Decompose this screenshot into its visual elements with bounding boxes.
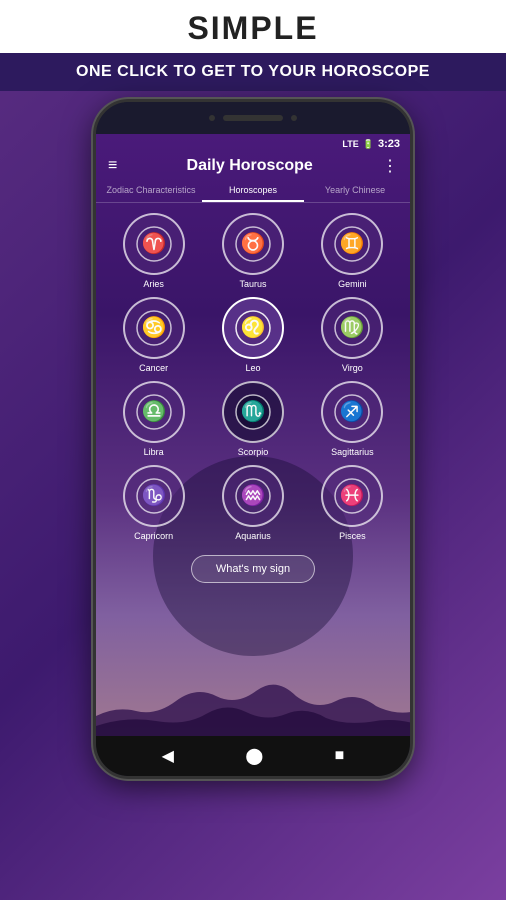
taurus-circle: ♉: [222, 213, 284, 275]
libra-circle: ♎: [123, 381, 185, 443]
svg-text:♒: ♒: [241, 483, 266, 507]
taurus-label: Taurus: [239, 279, 266, 289]
zodiac-taurus[interactable]: ♉ Taurus: [207, 213, 298, 289]
virgo-circle: ♍: [321, 297, 383, 359]
svg-text:♍: ♍: [340, 315, 365, 339]
svg-text:♉: ♉: [241, 231, 266, 255]
app-title: Daily Horoscope: [187, 157, 313, 175]
camera: [209, 115, 215, 121]
zodiac-cancer[interactable]: ♋ Cancer: [108, 297, 199, 373]
back-button[interactable]: ◀: [162, 746, 174, 766]
pisces-circle: ♓: [321, 465, 383, 527]
svg-text:♏: ♏: [241, 399, 266, 423]
leo-circle: ♌: [222, 297, 284, 359]
gemini-circle: ♊: [321, 213, 383, 275]
sagittarius-label: Sagittarius: [331, 447, 374, 457]
leo-label: Leo: [245, 363, 260, 373]
capricorn-circle: ♑: [123, 465, 185, 527]
phone-top-bar: [96, 102, 410, 134]
scorpio-circle: ♏: [222, 381, 284, 443]
libra-label: Libra: [144, 447, 164, 457]
zodiac-pisces[interactable]: ♓ Pisces: [307, 465, 398, 541]
sensor: [291, 115, 297, 121]
zodiac-capricorn[interactable]: ♑ Capricorn: [108, 465, 199, 541]
zodiac-scorpio[interactable]: ♏ Scorpio: [207, 381, 298, 457]
zodiac-libra[interactable]: ♎ Libra: [108, 381, 199, 457]
more-options-icon[interactable]: ⋮: [382, 156, 398, 176]
pisces-label: Pisces: [339, 531, 366, 541]
mountain-silhouette: [96, 676, 410, 736]
gemini-label: Gemini: [338, 279, 367, 289]
zodiac-sagittarius[interactable]: ♐ Sagittarius: [307, 381, 398, 457]
simple-label: SIMPLE: [0, 10, 506, 47]
svg-text:♌: ♌: [241, 315, 266, 339]
phone-frame: LTE 🔋 3:23 ≡ Daily Horoscope ⋮ Zodiac Ch…: [93, 99, 413, 779]
phone-bottom-nav: ◀ ⬤ ■: [96, 736, 410, 776]
zodiac-aquarius[interactable]: ♒ Aquarius: [207, 465, 298, 541]
svg-text:♋: ♋: [141, 315, 166, 339]
svg-text:♓: ♓: [340, 483, 365, 507]
battery-icon: 🔋: [363, 139, 374, 150]
aquarius-label: Aquarius: [235, 531, 271, 541]
aquarius-circle: ♒: [222, 465, 284, 527]
subtitle-banner: ONE CLICK TO GET TO YOUR HOROSCOPE: [0, 53, 506, 91]
top-banner: SIMPLE: [0, 0, 506, 53]
recent-apps-button[interactable]: ■: [335, 747, 345, 765]
hamburger-menu-icon[interactable]: ≡: [108, 157, 117, 175]
svg-text:♊: ♊: [340, 231, 365, 255]
virgo-label: Virgo: [342, 363, 363, 373]
aries-circle: ♈: [123, 213, 185, 275]
zodiac-aries[interactable]: ♈ Aries: [108, 213, 199, 289]
tab-navigation: Zodiac Characteristics Horoscopes Yearly…: [96, 180, 410, 203]
capricorn-label: Capricorn: [134, 531, 173, 541]
zodiac-virgo[interactable]: ♍ Virgo: [307, 297, 398, 373]
sagittarius-circle: ♐: [321, 381, 383, 443]
svg-text:♎: ♎: [141, 399, 166, 423]
aries-label: Aries: [143, 279, 164, 289]
speaker: [223, 115, 283, 121]
tab-horoscopes[interactable]: Horoscopes: [202, 180, 304, 202]
whats-my-sign-button[interactable]: What's my sign: [191, 555, 315, 583]
zodiac-gemini[interactable]: ♊ Gemini: [307, 213, 398, 289]
tab-yearly-chinese[interactable]: Yearly Chinese: [304, 180, 406, 202]
cancer-circle: ♋: [123, 297, 185, 359]
scorpio-label: Scorpio: [238, 447, 269, 457]
status-bar: LTE 🔋 3:23: [96, 134, 410, 154]
lte-indicator: LTE: [342, 139, 358, 149]
app-header: ≡ Daily Horoscope ⋮: [96, 154, 410, 180]
phone-screen: LTE 🔋 3:23 ≡ Daily Horoscope ⋮ Zodiac Ch…: [96, 134, 410, 736]
subtitle-label: ONE CLICK TO GET TO YOUR HOROSCOPE: [0, 63, 506, 81]
time-display: 3:23: [378, 138, 400, 150]
home-button[interactable]: ⬤: [245, 746, 263, 766]
zodiac-grid: ♈ Aries ♉ Taurus ♊ Gemini ♋ Ca: [96, 203, 410, 551]
svg-text:♐: ♐: [340, 399, 365, 423]
tab-zodiac-characteristics[interactable]: Zodiac Characteristics: [100, 180, 202, 202]
svg-text:♑: ♑: [141, 483, 166, 507]
zodiac-leo[interactable]: ♌ Leo: [207, 297, 298, 373]
svg-text:♈: ♈: [141, 231, 166, 255]
cancer-label: Cancer: [139, 363, 168, 373]
